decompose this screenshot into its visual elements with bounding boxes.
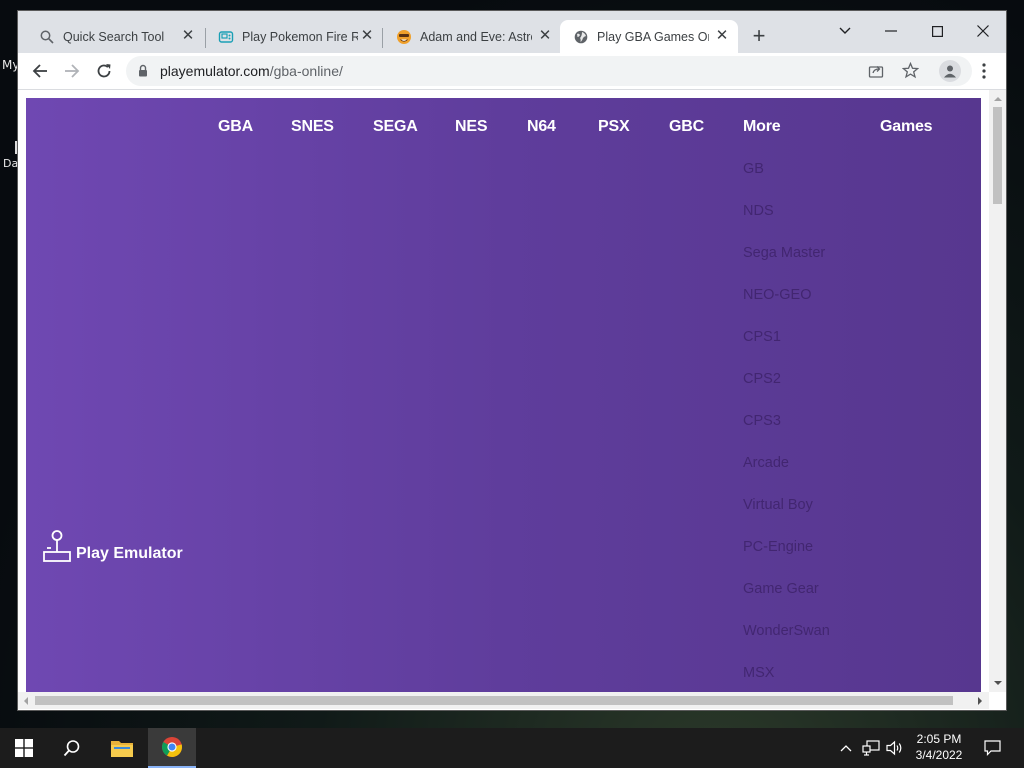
forward-button[interactable] (60, 59, 84, 83)
search-icon (39, 29, 55, 45)
volume-icon[interactable] (884, 728, 906, 768)
browser-window: Quick Search Tool ✕ Play Pokemon Fire Re… (18, 11, 1006, 710)
share-icon[interactable] (868, 63, 884, 84)
vertical-scrollbar[interactable] (989, 90, 1006, 692)
vertical-scroll-thumb[interactable] (993, 107, 1002, 204)
scroll-right-arrow-icon[interactable] (978, 697, 982, 705)
more-item-game-gear[interactable]: Game Gear (743, 581, 819, 597)
profile-avatar-icon[interactable] (939, 60, 961, 82)
new-tab-button[interactable]: + (748, 25, 770, 48)
tab-title: Play GBA Games Onli (597, 29, 709, 44)
gameboy-icon (218, 29, 234, 45)
network-icon[interactable] (860, 728, 882, 768)
scroll-down-arrow-icon[interactable] (994, 681, 1002, 685)
minimize-button[interactable] (876, 17, 906, 45)
nav-sega[interactable]: SEGA (373, 118, 418, 136)
more-item-wonderswan[interactable]: WonderSwan (743, 623, 830, 639)
more-item-virtual-boy[interactable]: Virtual Boy (743, 497, 813, 513)
nav-psx[interactable]: PSX (598, 118, 630, 136)
reload-button[interactable] (92, 59, 116, 83)
notification-center-icon[interactable] (978, 728, 1006, 768)
more-item-msx[interactable]: MSX (743, 665, 774, 681)
desktop-icon-label[interactable]: My (2, 58, 19, 72)
chevron-down-icon[interactable] (830, 17, 860, 45)
file-explorer-icon[interactable] (98, 728, 146, 768)
bookmark-star-icon[interactable] (901, 61, 920, 84)
nav-games[interactable]: Games (880, 118, 933, 136)
tab-quick-search[interactable]: Quick Search Tool ✕ (26, 20, 204, 53)
windows-start-icon[interactable] (0, 728, 48, 768)
joystick-icon (43, 530, 71, 562)
more-item-cps2[interactable]: CPS2 (743, 371, 781, 387)
scroll-up-arrow-icon[interactable] (994, 97, 1002, 101)
close-icon[interactable]: ✕ (537, 28, 553, 44)
tab-title: Quick Search Tool (63, 29, 165, 44)
tab-adam-eve[interactable]: Adam and Eve: Astron ✕ (383, 20, 561, 53)
more-item-gb[interactable]: GB (743, 161, 764, 177)
url-text: playemulator.com/gba-online/ (160, 63, 343, 79)
site-logo[interactable]: Play Emulator (42, 530, 183, 564)
desktop-divider (15, 141, 17, 154)
search-icon[interactable] (48, 728, 96, 768)
chrome-taskbar-icon[interactable] (148, 728, 196, 768)
system-clock[interactable]: 2:05 PM 3/4/2022 (905, 731, 973, 763)
site-header: Play Emulator GBA SNES SEGA NES N64 PSX … (26, 98, 981, 692)
close-icon[interactable]: ✕ (180, 28, 196, 44)
smiley-icon (396, 29, 412, 45)
clock-time: 2:05 PM (916, 732, 962, 746)
close-icon[interactable]: ✕ (714, 28, 730, 44)
more-item-neo-geo[interactable]: NEO-GEO (743, 287, 811, 303)
tab-title: Adam and Eve: Astron (420, 29, 532, 44)
more-item-arcade[interactable]: Arcade (743, 455, 789, 471)
clock-date: 3/4/2022 (915, 748, 963, 762)
browser-toolbar: playemulator.com/gba-online/ (18, 53, 1006, 90)
nav-gba[interactable]: GBA (218, 118, 253, 136)
nav-gbc[interactable]: GBC (669, 118, 704, 136)
page-viewport: Play Emulator GBA SNES SEGA NES N64 PSX … (18, 90, 1006, 710)
taskbar: 2:05 PM 3/4/2022 (0, 728, 1024, 768)
tab-pokemon[interactable]: Play Pokemon Fire Re ✕ (205, 20, 383, 53)
globe-icon (573, 29, 589, 45)
maximize-button[interactable] (922, 17, 952, 45)
tab-gba-games[interactable]: Play GBA Games Onli ✕ (560, 20, 738, 53)
url-host: playemulator.com (160, 63, 270, 79)
more-item-nds[interactable]: NDS (743, 203, 774, 219)
kebab-menu-icon[interactable] (972, 59, 996, 83)
lock-icon[interactable] (138, 64, 148, 82)
url-path: /gba-online/ (269, 63, 343, 79)
close-icon[interactable]: ✕ (359, 28, 375, 44)
horizontal-scroll-thumb[interactable] (35, 696, 953, 705)
address-bar[interactable]: playemulator.com/gba-online/ (126, 56, 972, 86)
nav-nes[interactable]: NES (455, 118, 488, 136)
nav-n64[interactable]: N64 (527, 118, 556, 136)
more-item-pc-engine[interactable]: PC-Engine (743, 539, 813, 555)
more-item-sega-master[interactable]: Sega Master (743, 245, 825, 261)
horizontal-scrollbar[interactable] (18, 692, 989, 709)
more-item-cps1[interactable]: CPS1 (743, 329, 781, 345)
desktop-icon-label[interactable]: Da (3, 157, 18, 170)
scroll-left-arrow-icon[interactable] (24, 697, 28, 705)
more-item-cps3[interactable]: CPS3 (743, 413, 781, 429)
tab-title: Play Pokemon Fire Re (242, 29, 358, 44)
logo-text: Play Emulator (76, 545, 183, 562)
nav-more[interactable]: More (743, 118, 781, 136)
close-window-button[interactable] (968, 17, 998, 45)
back-button[interactable] (28, 59, 52, 83)
chevron-up-icon[interactable] (836, 728, 856, 768)
tab-strip: Quick Search Tool ✕ Play Pokemon Fire Re… (18, 11, 1006, 53)
nav-snes[interactable]: SNES (291, 118, 334, 136)
